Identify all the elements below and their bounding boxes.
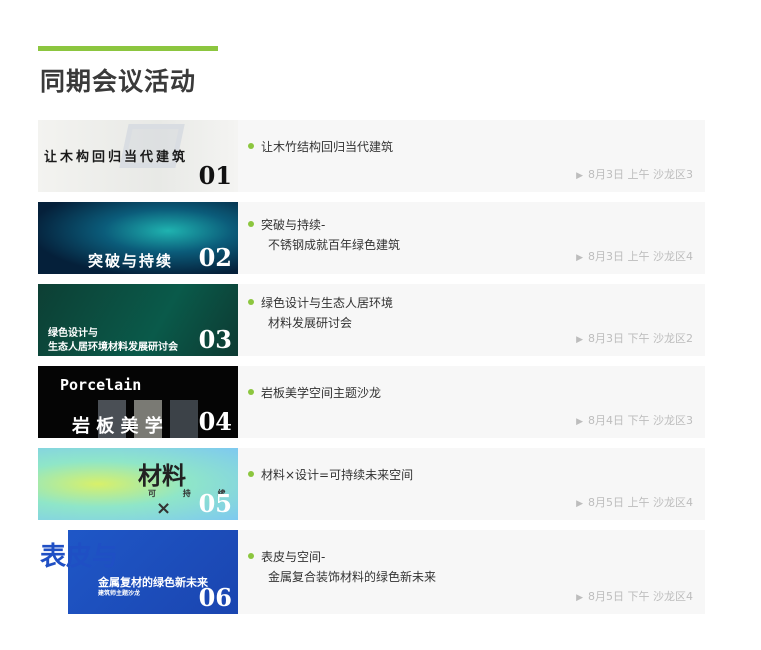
bullet-dot-icon — [248, 220, 254, 227]
event-thumbnail-01[interactable]: 让木构回归当代建筑 01 — [38, 120, 238, 192]
section-title: 同期会议活动 — [40, 67, 197, 96]
event-thumbnail-06[interactable]: 表皮与 金属复材的绿色新未来 建筑师主题沙龙 06 — [38, 530, 238, 614]
event-info: 岩板美学空间主题沙龙 — [248, 382, 695, 401]
bullet-dot-icon — [248, 142, 254, 149]
event-time-location: 8月5日 上午 沙龙区4 — [588, 496, 693, 509]
thumbnail-subtitle: 生态人居环境材料发展研讨会 — [48, 342, 178, 353]
event-info: 让木竹结构回归当代建筑 — [248, 136, 695, 155]
event-time-location: 8月3日 上午 沙龙区4 — [588, 250, 693, 263]
play-arrow-icon: ▶ — [576, 171, 583, 181]
event-number: 02 — [198, 243, 232, 272]
event-number: 06 — [198, 583, 232, 612]
bullet-dot-icon — [248, 552, 254, 559]
bullet-dot-icon — [248, 470, 254, 477]
event-card-06[interactable]: 表皮与 金属复材的绿色新未来 建筑师主题沙龙 06 表皮与空间- 金属复合装饰材… — [38, 530, 705, 614]
event-card-02[interactable]: 突破与持续 02 突破与持续- 不锈钢成就百年绿色建筑 ▶ 8月3日 上午 沙龙区… — [38, 202, 705, 274]
event-meta: ▶ 8月4日 下午 沙龙区3 — [576, 412, 693, 428]
event-meta: ▶ 8月3日 上午 沙龙区3 — [576, 166, 693, 182]
event-number: 04 — [198, 407, 232, 436]
event-thumbnail-04[interactable]: Porcelain 岩 板 美 学 04 — [38, 366, 238, 438]
bullet-dot-icon — [248, 388, 254, 395]
event-title[interactable]: 材料×设计=可持续未来空间 — [261, 468, 413, 482]
event-title[interactable]: 岩板美学空间主题沙龙 — [261, 386, 381, 400]
thumbnail-title: 让木构回归当代建筑 — [44, 150, 189, 165]
event-list: 让木构回归当代建筑 01 让木竹结构回归当代建筑 ▶ 8月3日 上午 沙龙区3 突… — [38, 120, 705, 624]
play-arrow-icon: ▶ — [576, 499, 583, 509]
event-number: 01 — [198, 161, 232, 190]
thumbnail-title: 绿色设计与 — [48, 328, 98, 339]
event-title[interactable]: 突破与持续- — [261, 218, 325, 232]
thumbnail-title: 表皮与 — [40, 542, 119, 572]
play-arrow-icon: ▶ — [576, 253, 583, 263]
event-card-01[interactable]: 让木构回归当代建筑 01 让木竹结构回归当代建筑 ▶ 8月3日 上午 沙龙区3 — [38, 120, 705, 192]
event-title[interactable]: 让木竹结构回归当代建筑 — [261, 140, 393, 154]
event-time-location: 8月5日 下午 沙龙区4 — [588, 590, 693, 603]
event-time-location: 8月3日 下午 沙龙区2 — [588, 332, 693, 345]
event-info: 表皮与空间- 金属复合装饰材料的绿色新未来 — [248, 546, 695, 585]
event-title[interactable]: 表皮与空间- — [261, 550, 325, 564]
thumbnail-title: 材料 — [138, 462, 186, 490]
event-card-05[interactable]: 材料 可 持 续 × 05 材料×设计=可持续未来空间 ▶ 8月5日 上午 沙龙区… — [38, 448, 705, 520]
event-meta: ▶ 8月3日 上午 沙龙区4 — [576, 248, 693, 264]
event-number: 03 — [198, 325, 232, 354]
play-arrow-icon: ▶ — [576, 335, 583, 345]
thumbnail-title: 突破与持续 — [88, 252, 174, 270]
thumbnail-title: Porcelain — [60, 376, 142, 394]
thumbnail-caption: 建筑师主题沙龙 — [98, 590, 141, 597]
event-number: 05 — [198, 489, 232, 518]
section-accent-bar — [38, 46, 218, 51]
stone-tile-graphic — [170, 400, 198, 438]
event-card-03[interactable]: 绿色设计与 生态人居环境材料发展研讨会 03 绿色设计与生态人居环境 材料发展研… — [38, 284, 705, 356]
event-title-line2[interactable]: 金属复合装饰材料的绿色新未来 — [268, 568, 695, 585]
play-arrow-icon: ▶ — [576, 593, 583, 603]
event-meta: ▶ 8月3日 下午 沙龙区2 — [576, 330, 693, 346]
play-arrow-icon: ▶ — [576, 417, 583, 427]
event-thumbnail-05[interactable]: 材料 可 持 续 × 05 — [38, 448, 238, 520]
bullet-dot-icon — [248, 298, 254, 305]
event-time-location: 8月4日 下午 沙龙区3 — [588, 414, 693, 427]
thumbnail-cross: × — [156, 498, 172, 519]
event-title-line2[interactable]: 材料发展研讨会 — [268, 314, 695, 331]
event-card-04[interactable]: Porcelain 岩 板 美 学 04 岩板美学空间主题沙龙 ▶ 8月4日 下午… — [38, 366, 705, 438]
event-info: 材料×设计=可持续未来空间 — [248, 464, 695, 483]
event-info: 绿色设计与生态人居环境 材料发展研讨会 — [248, 292, 695, 331]
event-meta: ▶ 8月5日 上午 沙龙区4 — [576, 494, 693, 510]
event-thumbnail-02[interactable]: 突破与持续 02 — [38, 202, 238, 274]
event-title[interactable]: 绿色设计与生态人居环境 — [261, 296, 393, 310]
event-meta: ▶ 8月5日 下午 沙龙区4 — [576, 588, 693, 604]
event-thumbnail-03[interactable]: 绿色设计与 生态人居环境材料发展研讨会 03 — [38, 284, 238, 356]
thumbnail-subtitle: 岩 板 美 学 — [72, 416, 163, 437]
event-time-location: 8月3日 上午 沙龙区3 — [588, 168, 693, 181]
